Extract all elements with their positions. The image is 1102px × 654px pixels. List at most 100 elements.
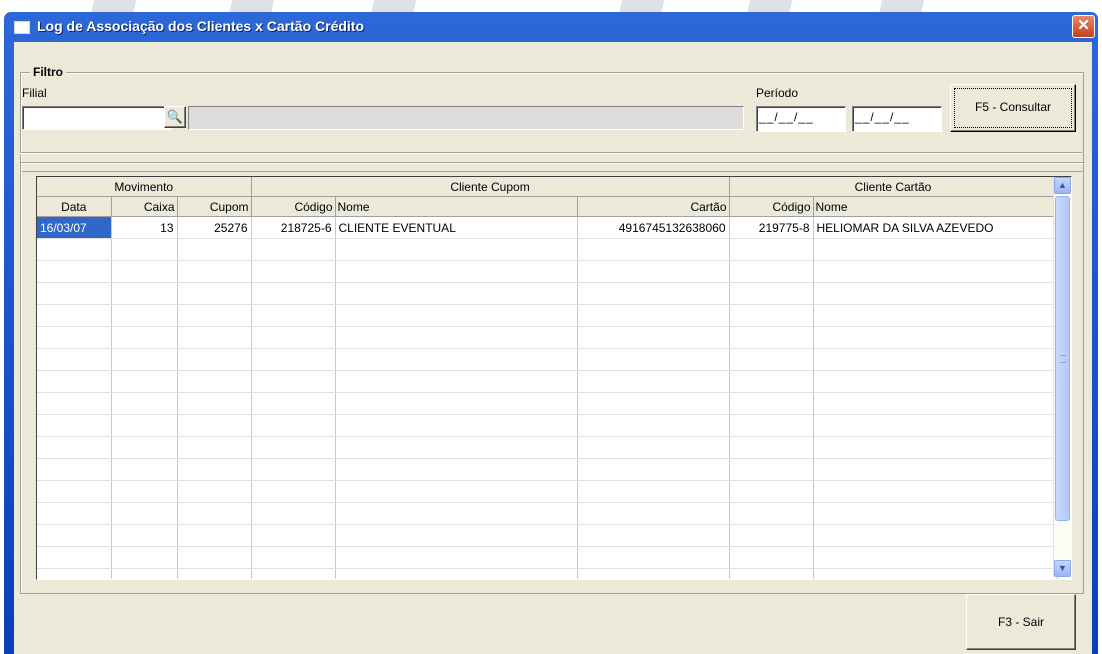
filial-search-button[interactable]: 🔍 [164, 106, 186, 128]
cell-data[interactable]: 16/03/07 [37, 216, 112, 239]
empty-cell[interactable] [251, 524, 336, 547]
empty-cell[interactable] [813, 304, 1058, 327]
empty-cell[interactable] [251, 458, 336, 481]
table-row-empty[interactable] [37, 260, 1058, 283]
empty-cell[interactable] [111, 414, 178, 437]
empty-cell[interactable] [37, 238, 112, 261]
empty-cell[interactable] [577, 348, 730, 371]
empty-cell[interactable] [177, 568, 252, 579]
empty-cell[interactable] [729, 282, 814, 305]
title-bar[interactable]: Log de Associação dos Clientes x Cartão … [4, 12, 1098, 42]
empty-cell[interactable] [335, 304, 578, 327]
empty-cell[interactable] [729, 436, 814, 459]
empty-cell[interactable] [813, 238, 1058, 261]
empty-cell[interactable] [177, 348, 252, 371]
column-header-nome-cartao[interactable]: Nome [813, 196, 1058, 217]
empty-cell[interactable] [251, 370, 336, 393]
empty-cell[interactable] [111, 502, 178, 525]
table-row-empty[interactable] [37, 436, 1058, 459]
filial-code-input[interactable] [22, 106, 172, 130]
empty-cell[interactable] [251, 348, 336, 371]
table-row-empty[interactable] [37, 392, 1058, 415]
cell-nome-cartao[interactable]: HELIOMAR DA SILVA AZEVEDO [813, 216, 1058, 239]
column-header-cupom[interactable]: Cupom [177, 196, 252, 217]
empty-cell[interactable] [335, 458, 578, 481]
empty-cell[interactable] [813, 348, 1058, 371]
empty-cell[interactable] [37, 326, 112, 349]
empty-cell[interactable] [37, 414, 112, 437]
empty-cell[interactable] [577, 480, 730, 503]
empty-cell[interactable] [577, 568, 730, 579]
empty-cell[interactable] [729, 304, 814, 327]
empty-cell[interactable] [111, 370, 178, 393]
scroll-thumb[interactable] [1055, 196, 1070, 521]
empty-cell[interactable] [729, 348, 814, 371]
empty-cell[interactable] [813, 414, 1058, 437]
empty-cell[interactable] [177, 238, 252, 261]
empty-cell[interactable] [251, 480, 336, 503]
empty-cell[interactable] [577, 458, 730, 481]
empty-cell[interactable] [37, 568, 112, 579]
empty-cell[interactable] [577, 414, 730, 437]
empty-cell[interactable] [111, 304, 178, 327]
empty-cell[interactable] [813, 436, 1058, 459]
empty-cell[interactable] [37, 524, 112, 547]
cell-cupom[interactable]: 25276 [177, 216, 252, 239]
empty-cell[interactable] [111, 392, 178, 415]
empty-cell[interactable] [37, 370, 112, 393]
empty-cell[interactable] [251, 392, 336, 415]
cell-caixa[interactable]: 13 [111, 216, 178, 239]
empty-cell[interactable] [177, 326, 252, 349]
empty-cell[interactable] [251, 546, 336, 569]
empty-cell[interactable] [577, 546, 730, 569]
empty-cell[interactable] [177, 414, 252, 437]
empty-cell[interactable] [335, 370, 578, 393]
table-row-empty[interactable] [37, 568, 1058, 579]
empty-cell[interactable] [37, 304, 112, 327]
empty-cell[interactable] [37, 436, 112, 459]
empty-cell[interactable] [335, 348, 578, 371]
empty-cell[interactable] [177, 392, 252, 415]
empty-cell[interactable] [111, 238, 178, 261]
empty-cell[interactable] [177, 370, 252, 393]
cell-codigo-cartao[interactable]: 219775-8 [729, 216, 814, 239]
table-row-empty[interactable] [37, 326, 1058, 349]
scroll-up-button[interactable]: ▲ [1054, 177, 1071, 194]
table-row-empty[interactable] [37, 524, 1058, 547]
empty-cell[interactable] [37, 480, 112, 503]
empty-cell[interactable] [577, 502, 730, 525]
empty-cell[interactable] [813, 524, 1058, 547]
table-row-empty[interactable] [37, 238, 1058, 261]
empty-cell[interactable] [729, 238, 814, 261]
empty-cell[interactable] [335, 326, 578, 349]
column-header-codigo-cartao[interactable]: Código [729, 196, 814, 217]
empty-cell[interactable] [335, 436, 578, 459]
empty-cell[interactable] [251, 502, 336, 525]
empty-cell[interactable] [335, 480, 578, 503]
empty-cell[interactable] [335, 502, 578, 525]
empty-cell[interactable] [335, 546, 578, 569]
empty-cell[interactable] [251, 568, 336, 579]
column-header-codigo-cupom[interactable]: Código [251, 196, 336, 217]
empty-cell[interactable] [251, 414, 336, 437]
table-row-empty[interactable] [37, 414, 1058, 437]
empty-cell[interactable] [729, 414, 814, 437]
table-row-empty[interactable] [37, 282, 1058, 305]
empty-cell[interactable] [813, 260, 1058, 283]
empty-cell[interactable] [577, 304, 730, 327]
empty-cell[interactable] [177, 546, 252, 569]
empty-cell[interactable] [335, 568, 578, 579]
empty-cell[interactable] [37, 260, 112, 283]
empty-cell[interactable] [111, 326, 178, 349]
empty-cell[interactable] [37, 502, 112, 525]
empty-cell[interactable] [577, 524, 730, 547]
empty-cell[interactable] [177, 480, 252, 503]
empty-cell[interactable] [577, 370, 730, 393]
table-row-empty[interactable] [37, 458, 1058, 481]
empty-cell[interactable] [813, 458, 1058, 481]
empty-cell[interactable] [335, 282, 578, 305]
empty-cell[interactable] [335, 414, 578, 437]
empty-cell[interactable] [177, 436, 252, 459]
empty-cell[interactable] [251, 436, 336, 459]
empty-cell[interactable] [111, 282, 178, 305]
